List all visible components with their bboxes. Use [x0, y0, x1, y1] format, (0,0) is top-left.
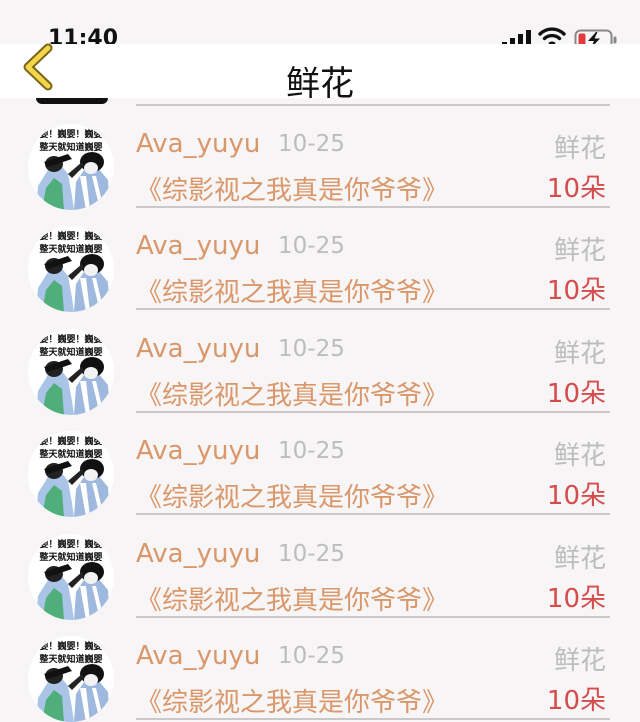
avatar-caption-line1: 巍婴！巍婴！巍婴！ [30, 640, 111, 652]
gift-count: 10朵 [546, 685, 606, 716]
avatar[interactable]: 巍婴！巍婴！巍婴！ 整天就知道巍婴 [28, 533, 114, 620]
avatar-caption-line2: 整天就知道巍婴 [38, 243, 102, 255]
status-bar: 11:40 [0, 0, 640, 51]
gift-date: 10-25 [278, 335, 345, 362]
book-title[interactable]: 《综影视之我真是你爷爷》 [136, 477, 448, 514]
avatar-caption-line1: 巍婴！巍婴！巍婴！ [30, 333, 111, 345]
gift-count: 10朵 [546, 174, 606, 204]
avatar-caption-line2: 整天就知道巍婴 [38, 551, 102, 563]
book-title[interactable]: 《综影视之我真是你爷爷》 [136, 682, 448, 719]
list-item[interactable]: 巍婴！巍婴！巍婴！ 整天就知道巍婴 Ava_yuyu 10-25 鲜花 《综影视… [0, 616, 640, 722]
book-title[interactable]: 《综影视之我真是你爷爷》 [136, 375, 448, 412]
avatar[interactable]: 巍婴！巍婴！巍婴！ 整天就知道巍婴 [28, 635, 114, 722]
meme-avatar-image: 巍婴！巍婴！巍婴！ 整天就知道巍婴 [28, 124, 114, 210]
gift-type: 鲜花 [553, 134, 606, 164]
username[interactable]: Ava_yuyu [136, 436, 260, 466]
gift-count: 10朵 [546, 583, 606, 614]
avatar[interactable]: 巍婴！巍婴！巍婴！ 整天就知道巍婴 [28, 431, 114, 518]
username[interactable]: Ava_yuyu [136, 129, 260, 159]
flower-gift-list: 巍婴！巍婴！巍婴！ 整天就知道巍婴 Ava_yuyu 10-25 鲜花 《综影视… [0, 104, 640, 722]
gift-date: 10-25 [278, 438, 345, 465]
book-title[interactable]: 《综影视之我真是你爷爷》 [136, 580, 448, 617]
username[interactable]: Ava_yuyu [136, 641, 260, 671]
avatar[interactable]: 巍婴！巍婴！巍婴！ 整天就知道巍婴 [28, 226, 114, 313]
avatar-caption-line2: 整天就知道巍婴 [38, 346, 102, 358]
row-divider [136, 717, 610, 720]
gift-date: 10-25 [278, 131, 345, 157]
avatar[interactable]: 巍婴！巍婴！巍婴！ 整天就知道巍婴 [28, 328, 114, 415]
book-title[interactable]: 《综影视之我真是你爷爷》 [136, 272, 448, 309]
page-title: 鲜花 [286, 64, 354, 104]
gift-count: 10朵 [546, 378, 606, 409]
gift-count: 10朵 [546, 276, 606, 307]
username[interactable]: Ava_yuyu [136, 539, 260, 569]
avatar-caption-line1: 巍婴！巍婴！巍婴！ [30, 230, 111, 242]
avatar-caption-line1: 巍婴！巍婴！巍婴！ [30, 538, 111, 550]
list-item[interactable]: 巍婴！巍婴！巍婴！ 整天就知道巍婴 Ava_yuyu 10-25 鲜花 《综影视… [0, 514, 640, 620]
username[interactable]: Ava_yuyu [136, 334, 260, 364]
gift-count: 10朵 [546, 481, 606, 512]
list-item[interactable]: 巍婴！巍婴！巍婴！ 整天就知道巍婴 Ava_yuyu 10-25 鲜花 《综影视… [0, 206, 640, 313]
avatar[interactable]: 巍婴！巍婴！巍婴！ 整天就知道巍婴 [28, 124, 114, 210]
avatar-caption-line2: 整天就知道巍婴 [38, 141, 102, 153]
avatar-caption-line2: 整天就知道巍婴 [38, 448, 102, 460]
meme-avatar-image: 巍婴！巍婴！巍婴！ 整天就知道巍婴 [28, 226, 114, 313]
avatar-caption-line1: 巍婴！巍婴！巍婴！ [30, 435, 111, 447]
avatar-caption-line1: 巍婴！巍婴！巍婴！ [30, 128, 111, 140]
gift-type: 鲜花 [553, 441, 606, 472]
list-item[interactable]: 巍婴！巍婴！巍婴！ 整天就知道巍婴 Ava_yuyu 10-25 鲜花 《综影视… [0, 411, 640, 518]
meme-avatar-image: 巍婴！巍婴！巍婴！ 整天就知道巍婴 [28, 635, 114, 722]
list-item[interactable]: 巍婴！巍婴！巍婴！ 整天就知道巍婴 Ava_yuyu 10-25 鲜花 《综影视… [0, 309, 640, 415]
meme-avatar-image: 巍婴！巍婴！巍婴！ 整天就知道巍婴 [28, 431, 114, 518]
username[interactable]: Ava_yuyu [136, 231, 260, 261]
gift-type: 鲜花 [553, 645, 606, 676]
meme-avatar-image: 巍婴！巍婴！巍婴！ 整天就知道巍婴 [28, 533, 114, 620]
gift-date: 10-25 [278, 642, 345, 669]
gift-type: 鲜花 [553, 338, 606, 369]
gift-type: 鲜花 [553, 543, 606, 574]
gift-date: 10-25 [278, 233, 345, 260]
meme-avatar-image: 巍婴！巍婴！巍婴！ 整天就知道巍婴 [28, 328, 114, 415]
gift-date: 10-25 [278, 540, 345, 567]
book-title[interactable]: 《综影视之我真是你爷爷》 [136, 170, 448, 207]
list-item[interactable]: 巍婴！巍婴！巍婴！ 整天就知道巍婴 Ava_yuyu 10-25 鲜花 《综影视… [0, 104, 640, 210]
avatar-caption-line2: 整天就知道巍婴 [38, 653, 102, 665]
gift-type: 鲜花 [553, 236, 606, 267]
